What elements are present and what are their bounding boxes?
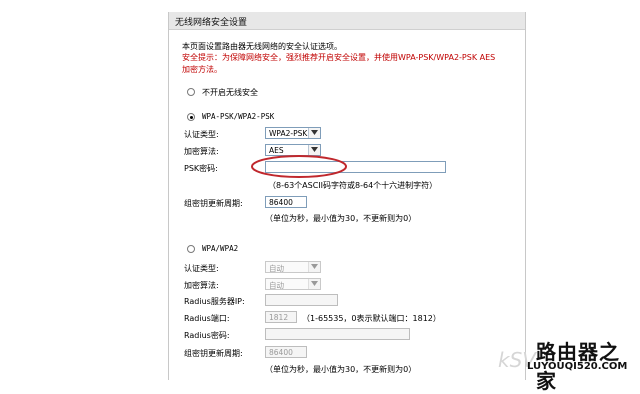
wpa-auth-type-value: 自动 (269, 264, 284, 273)
radius-password-input[interactable] (265, 328, 410, 340)
chevron-down-icon (308, 262, 320, 272)
psk-renew-label: 组密钥更新周期: (184, 199, 243, 208)
wpa-cipher-label: 加密算法: (184, 281, 219, 290)
radius-ip-label: Radius服务器IP: (184, 297, 245, 306)
wpa-enterprise-radio[interactable] (187, 245, 195, 253)
security-warning-line2: 加密方法。 (182, 65, 222, 74)
security-warning-line1: 安全提示：为保障网络安全，强烈推荐开启安全设置，并使用WPA-PSK/WPA2-… (182, 53, 496, 62)
wpa-cipher-select[interactable]: 自动 (265, 278, 321, 290)
wpa-auth-type-select[interactable]: 自动 (265, 261, 321, 273)
chevron-down-icon (308, 279, 320, 289)
wpa-renew-label: 组密钥更新周期: (184, 349, 243, 358)
psk-password-hint: （8-63个ASCII码字符或8-64个十六进制字符） (268, 181, 438, 190)
panel-header: 无线网络安全设置 (169, 12, 525, 30)
radius-port-input[interactable]: 1812 (265, 311, 297, 323)
wpa-renew-input[interactable]: 86400 (265, 346, 307, 358)
psk-renew-input[interactable]: 86400 (265, 196, 307, 208)
psk-auth-type-value: WPA2-PSK (269, 129, 308, 138)
psk-auth-type-select[interactable]: WPA2-PSK (265, 127, 321, 139)
wpa-psk-radio[interactable] (187, 113, 195, 121)
wpa-renew-hint: （单位为秒，最小值为30，不更新则为0） (265, 365, 417, 374)
psk-renew-value: 86400 (269, 198, 293, 207)
wpa-renew-value: 86400 (269, 348, 293, 357)
chevron-down-icon (308, 128, 320, 138)
no-security-label: 不开启无线安全 (202, 88, 258, 97)
wpa-cipher-value: 自动 (269, 281, 284, 290)
psk-cipher-label: 加密算法: (184, 147, 219, 156)
wpa-psk-label: WPA-PSK/WPA2-PSK (202, 112, 275, 121)
psk-auth-type-label: 认证类型: (184, 130, 219, 139)
psk-renew-hint: （单位为秒，最小值为30，不更新则为0） (265, 214, 417, 223)
site-logo-url: LUYOUQI520.COM (527, 361, 628, 372)
wpa-auth-type-label: 认证类型: (184, 264, 219, 273)
no-security-radio[interactable] (187, 88, 195, 96)
wpa-enterprise-label: WPA/WPA2 (202, 244, 239, 253)
intro-text: 本页面设置路由器无线网络的安全认证选项。 (182, 42, 342, 51)
radius-port-label: Radius端口: (184, 314, 230, 323)
psk-password-label: PSK密码: (184, 164, 218, 173)
radius-password-label: Radius密码: (184, 331, 230, 340)
highlight-ellipse (251, 155, 347, 178)
radius-port-hint: （1-65535，0表示默认端口：1812） (302, 314, 441, 323)
radius-ip-input[interactable] (265, 294, 338, 306)
panel-title: 无线网络安全设置 (175, 18, 248, 28)
radius-port-value: 1812 (269, 313, 289, 322)
